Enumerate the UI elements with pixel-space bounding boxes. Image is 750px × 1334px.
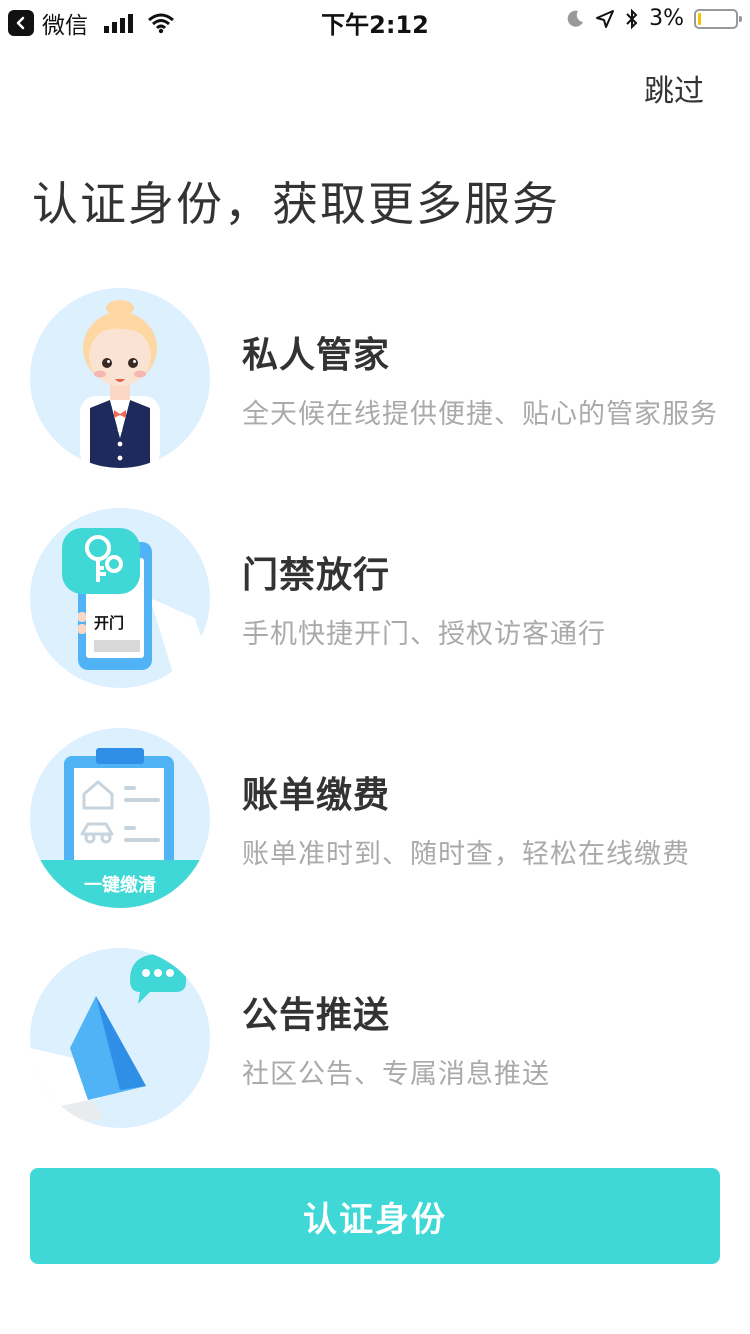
- feature-item-butler: 私人管家 全天候在线提供便捷、贴心的管家服务: [30, 288, 730, 468]
- verify-identity-button[interactable]: 认证身份: [30, 1168, 720, 1264]
- open-door-text: 开门: [94, 614, 124, 632]
- battery-percent: 3%: [649, 6, 684, 31]
- battery-icon: [694, 8, 742, 29]
- feature-title: 公告推送: [242, 995, 391, 1036]
- feature-item-bill: 一键缴清 账单缴费 账单准时到、随时查，轻松在线缴费: [30, 728, 730, 908]
- butler-icon: [30, 288, 210, 468]
- feature-title: 账单缴费: [242, 775, 391, 816]
- feature-title: 门禁放行: [242, 555, 391, 596]
- feature-desc: 手机快捷开门、授权访客通行: [242, 619, 606, 650]
- door-access-icon: 开门: [30, 508, 210, 688]
- megaphone-icon: [30, 948, 210, 1128]
- page-title: 认证身份，获取更多服务: [32, 177, 560, 231]
- feature-item-door-access: 开门 门禁放行 手机快捷开门、授权访客通行: [30, 508, 730, 688]
- pay-now-text: 一键缴清: [84, 874, 156, 896]
- feature-title: 私人管家: [242, 335, 391, 376]
- skip-button[interactable]: 跳过: [644, 66, 704, 110]
- feature-item-announcement: 公告推送 社区公告、专属消息推送: [30, 948, 730, 1128]
- feature-desc: 全天候在线提供便捷、贴心的管家服务: [242, 399, 718, 430]
- feature-desc: 账单准时到、随时查，轻松在线缴费: [242, 839, 690, 870]
- status-bar: 微信 下午2:12 3%: [0, 0, 750, 40]
- bluetooth-icon: [626, 8, 638, 29]
- moon-icon: [567, 10, 584, 27]
- location-icon: [596, 9, 615, 28]
- bill-icon: 一键缴清: [30, 728, 210, 908]
- feature-desc: 社区公告、专属消息推送: [242, 1059, 550, 1090]
